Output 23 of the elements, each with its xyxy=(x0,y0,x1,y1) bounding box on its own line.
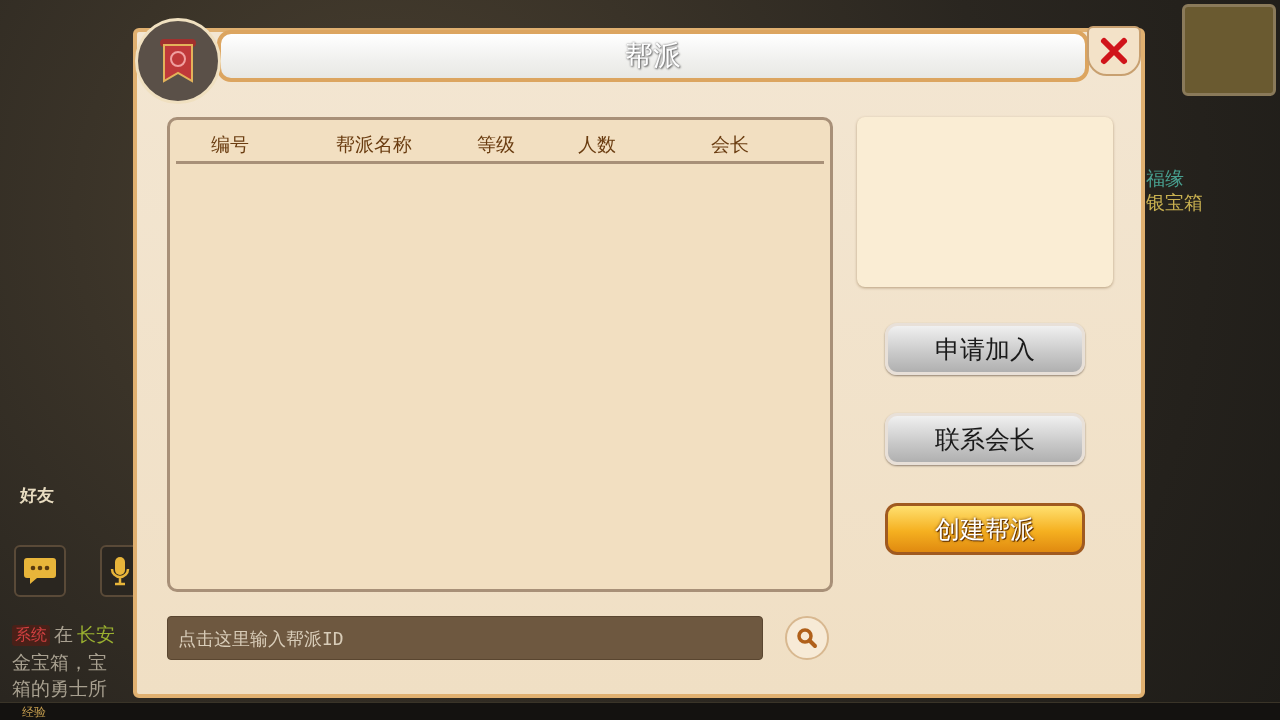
chat-text: 箱的勇士所 xyxy=(12,676,108,700)
event-text: 银宝箱 xyxy=(1146,190,1203,214)
chat-text: 在 xyxy=(54,622,73,647)
close-icon xyxy=(1099,36,1129,66)
chat-icon[interactable] xyxy=(14,545,66,597)
column-header: 人数 xyxy=(577,131,617,157)
search-icon xyxy=(795,626,819,650)
column-header: 编号 xyxy=(210,131,250,157)
system-tag: 系统 xyxy=(12,624,50,646)
chat-text: 长安 xyxy=(77,622,115,647)
action-button[interactable]: 申请加入 xyxy=(885,323,1085,375)
column-header: 会长 xyxy=(710,131,750,157)
dialog-title: 帮派 xyxy=(625,38,681,74)
close-button[interactable] xyxy=(1087,26,1141,76)
friends-button[interactable]: 好友 xyxy=(20,484,54,507)
column-header: 等级 xyxy=(476,131,516,157)
event-text: 福缘 xyxy=(1146,166,1185,190)
column-header: 帮派名称 xyxy=(335,131,413,157)
guild-id-field[interactable]: 点击这里输入帮派ID xyxy=(167,616,763,660)
action-button[interactable]: 联系会长 xyxy=(885,413,1085,465)
experience-bar: 经验 xyxy=(0,702,1280,720)
chat-text: 金宝箱，宝 xyxy=(12,650,108,674)
search-button[interactable] xyxy=(785,616,829,660)
